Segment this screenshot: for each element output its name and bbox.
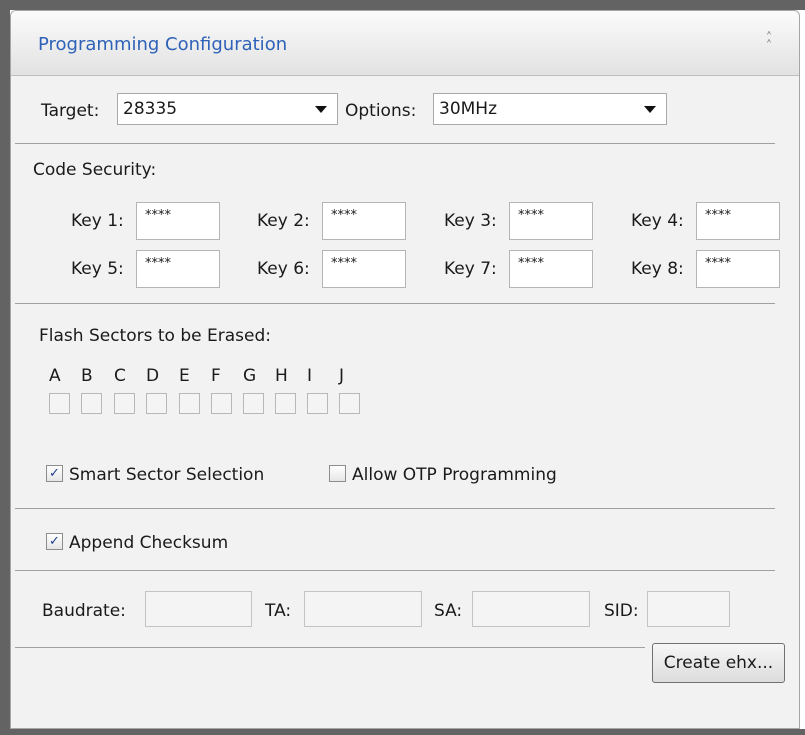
sector-letter-j: J [339, 366, 345, 386]
key-3-label: Key 3: [444, 211, 497, 231]
sector-h-checkbox[interactable] [275, 393, 296, 414]
sector-letter-a: A [49, 366, 61, 386]
sector-letter-g: G [243, 366, 257, 386]
key-2-input[interactable]: **** [322, 202, 406, 240]
separator [15, 508, 775, 509]
sector-letter-d: D [146, 366, 160, 386]
sector-b-checkbox[interactable] [81, 393, 102, 414]
key-8-input[interactable]: **** [696, 250, 780, 288]
options-select-value: 30MHz [439, 99, 498, 119]
key-7-label: Key 7: [444, 259, 497, 279]
sector-e-checkbox[interactable] [179, 393, 200, 414]
panel-titlebar[interactable]: Programming Configuration ˄ ˄ [11, 11, 799, 76]
checkmark-icon: ✓ [49, 466, 60, 481]
key-6-input[interactable]: **** [322, 250, 406, 288]
sector-i-checkbox[interactable] [307, 393, 328, 414]
target-select-value: 28335 [123, 99, 178, 119]
sector-c-checkbox[interactable] [114, 393, 135, 414]
separator [15, 303, 775, 304]
baudrate-label: Baudrate: [42, 601, 126, 621]
sector-letter-c: C [114, 366, 126, 386]
sa-label: SA: [434, 601, 463, 621]
ta-input[interactable] [304, 591, 422, 627]
window-frame-left [0, 0, 10, 735]
sector-letter-b: B [81, 366, 93, 386]
key-8-label: Key 8: [631, 259, 684, 279]
allow-otp-checkbox[interactable] [329, 465, 346, 482]
panel-title: Programming Configuration [38, 34, 288, 55]
key-2-label: Key 2: [257, 211, 310, 231]
key-5-label: Key 5: [71, 259, 124, 279]
create-ehx-button[interactable]: Create ehx... [652, 643, 785, 683]
sector-g-checkbox[interactable] [243, 393, 264, 414]
append-checksum-label: Append Checksum [69, 533, 229, 553]
triangle-down-icon [315, 106, 327, 113]
checkmark-icon: ✓ [49, 534, 60, 549]
key-7-input[interactable]: **** [509, 250, 593, 288]
key-1-label: Key 1: [71, 211, 124, 231]
separator [15, 647, 645, 648]
key-6-label: Key 6: [257, 259, 310, 279]
key-4-label: Key 4: [631, 211, 684, 231]
window-frame-top [0, 0, 805, 10]
smart-sector-label: Smart Sector Selection [69, 465, 265, 485]
options-label: Options: [345, 101, 417, 121]
sector-f-checkbox[interactable] [211, 393, 232, 414]
options-select[interactable]: 30MHz [433, 93, 667, 125]
sector-j-checkbox[interactable] [339, 393, 360, 414]
triangle-down-icon [644, 106, 656, 113]
target-label: Target: [41, 101, 100, 121]
key-1-input[interactable]: **** [136, 202, 220, 240]
sector-a-checkbox[interactable] [49, 393, 70, 414]
sector-d-checkbox[interactable] [146, 393, 167, 414]
allow-otp-label: Allow OTP Programming [352, 465, 557, 485]
key-3-input[interactable]: **** [509, 202, 593, 240]
sector-letter-i: I [307, 366, 313, 386]
ta-label: TA: [265, 601, 292, 621]
sid-label: SID: [604, 601, 639, 621]
key-4-input[interactable]: **** [696, 202, 780, 240]
double-chevron-up-icon[interactable]: ˄ ˄ [762, 32, 776, 53]
sector-letter-h: H [275, 366, 288, 386]
separator [15, 570, 775, 571]
smart-sector-checkbox[interactable]: ✓ [46, 465, 63, 482]
key-5-input[interactable]: **** [136, 250, 220, 288]
window-frame-bottom [0, 729, 805, 735]
append-checksum-checkbox[interactable]: ✓ [46, 533, 63, 550]
separator [15, 143, 775, 144]
flash-sectors-heading: Flash Sectors to be Erased: [39, 326, 271, 346]
sid-input[interactable] [647, 591, 730, 627]
sector-letter-f: F [211, 366, 221, 386]
baudrate-input[interactable] [145, 591, 252, 627]
code-security-heading: Code Security: [33, 160, 157, 180]
sa-input[interactable] [472, 591, 590, 627]
sector-letter-e: E [179, 366, 190, 386]
target-select[interactable]: 28335 [117, 93, 338, 125]
